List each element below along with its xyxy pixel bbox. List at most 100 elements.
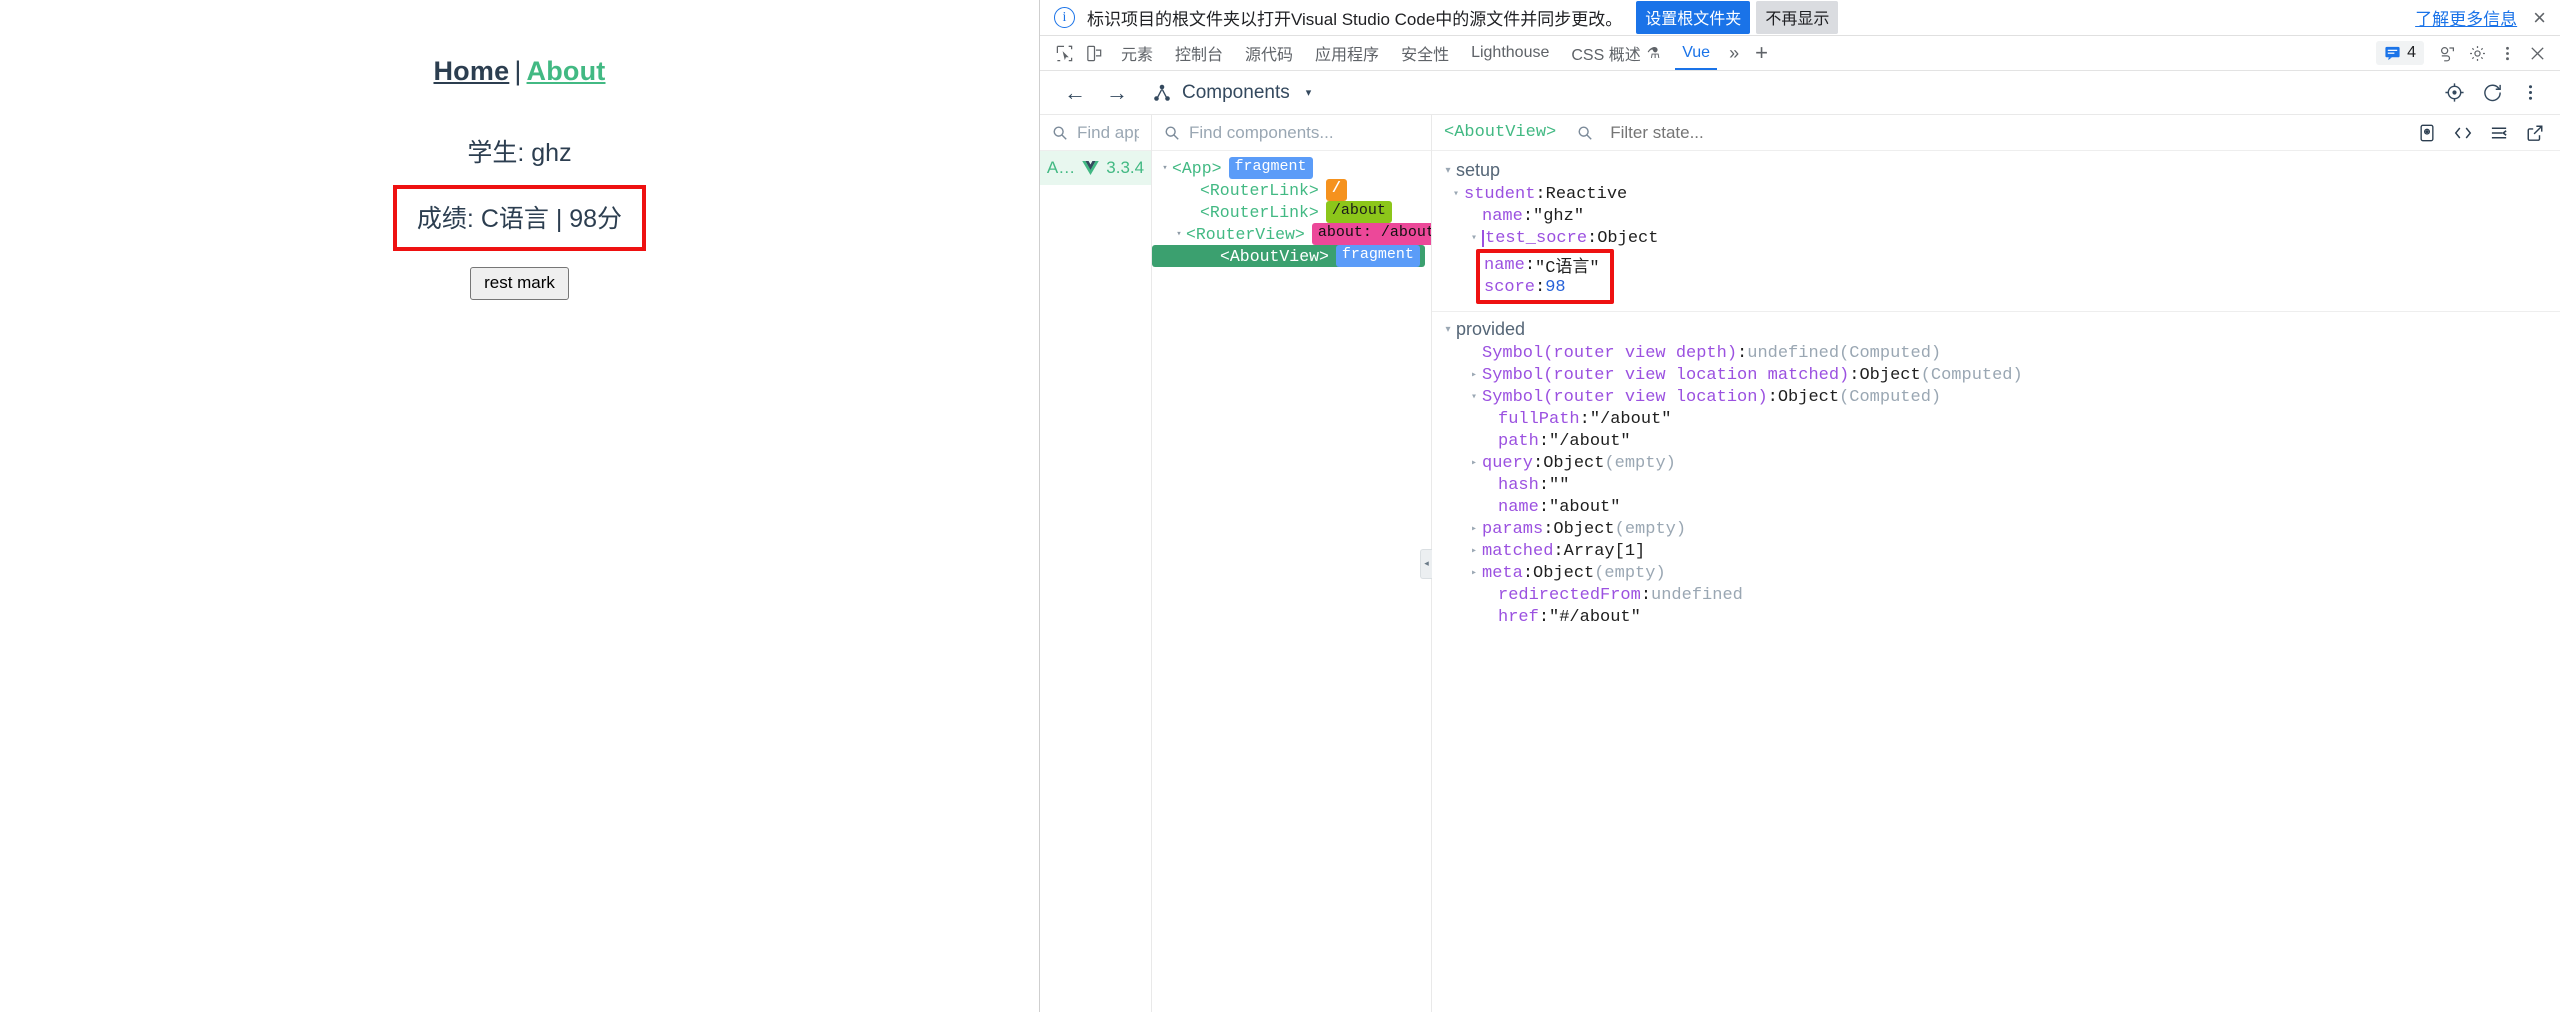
cloud-devtools-icon[interactable] <box>2432 39 2462 67</box>
settings-gear-icon[interactable] <box>2462 39 2492 67</box>
reset-mark-button[interactable]: rest mark <box>470 267 569 300</box>
state-key: Symbol(router view location matched) <box>1482 365 1850 385</box>
back-arrow-icon[interactable]: ← <box>1054 81 1096 104</box>
state-value: "about" <box>1549 497 1621 517</box>
state-group-provided[interactable]: ▾ provided <box>1432 316 2560 342</box>
open-source-code-icon[interactable] <box>2450 120 2476 146</box>
twisty-icon[interactable]: ▾ <box>1466 391 1482 403</box>
state-colon: : <box>1522 206 1534 226</box>
state-row[interactable]: href : "#/about" <box>1432 606 2560 628</box>
twisty-icon[interactable]: ▾ <box>1440 165 1456 176</box>
state-key: student <box>1464 184 1536 204</box>
mark-highlight-wrapper: 成绩: C语言 | 98分 <box>0 185 1039 251</box>
state-colon: : <box>1522 563 1534 583</box>
state-row[interactable]: name : "ghz" <box>1432 205 2560 227</box>
open-external-icon[interactable] <box>2522 120 2548 146</box>
page-nav: Home | About <box>0 0 1039 87</box>
forward-arrow-icon[interactable]: → <box>1096 81 1138 104</box>
state-row[interactable]: ▸ query : Object (empty) <box>1432 452 2560 474</box>
state-value-note: (empty) <box>1594 563 1666 583</box>
state-row[interactable]: name : "about" <box>1432 496 2560 518</box>
state-row[interactable]: ▸ Symbol(router view location matched) :… <box>1432 364 2560 386</box>
tab-sources[interactable]: 源代码 <box>1234 36 1304 70</box>
tab-elements[interactable]: 元素 <box>1110 36 1164 70</box>
state-key: params <box>1482 519 1544 539</box>
state-row-test-socre[interactable]: ▾ test_socre : Object <box>1432 227 2560 249</box>
state-colon: : <box>1538 431 1550 451</box>
state-key: name <box>1484 255 1525 275</box>
issues-count: 4 <box>2407 44 2416 61</box>
more-options-icon[interactable] <box>2492 39 2522 67</box>
nav-link-home[interactable]: Home <box>433 56 509 86</box>
inspect-dom-icon[interactable] <box>2414 120 2440 146</box>
view-selector[interactable]: Components ▾ <box>1152 82 1311 104</box>
twisty-icon[interactable]: ▾ <box>1466 232 1482 244</box>
tree-node-app[interactable]: ▾ <App> fragment <box>1152 157 1431 179</box>
more-vertical-icon[interactable] <box>2514 78 2546 108</box>
state-row-name[interactable]: name : "C语言" <box>1484 254 1600 279</box>
twisty-icon[interactable]: ▸ <box>1466 567 1482 579</box>
state-row[interactable]: hash : "" <box>1432 474 2560 496</box>
set-root-folder-button[interactable]: 设置根文件夹 <box>1636 1 1751 34</box>
close-notification-icon[interactable]: × <box>2533 6 2546 29</box>
tree-node-routerview[interactable]: ▾ <RouterView> about: /about <box>1152 223 1431 245</box>
target-icon[interactable] <box>2438 78 2470 108</box>
console-ref-icon[interactable] <box>2486 120 2512 146</box>
chevron-down-icon: ▾ <box>1305 87 1312 99</box>
tab-security[interactable]: 安全性 <box>1390 36 1460 70</box>
twisty-icon[interactable]: ▸ <box>1466 523 1482 535</box>
state-row-score[interactable]: score : 98 <box>1484 276 1600 298</box>
twisty-icon[interactable]: ▸ <box>1466 369 1482 381</box>
state-row[interactable]: ▾ student : Reactive <box>1432 183 2560 205</box>
twisty-icon[interactable]: ▾ <box>1448 188 1464 200</box>
tab-css-overview[interactable]: CSS 概述 ⚗ <box>1560 36 1671 70</box>
state-value: Object <box>1859 365 1921 385</box>
state-group-setup[interactable]: ▾ setup <box>1432 157 2560 183</box>
find-components-search-row <box>1152 115 1431 151</box>
state-pane: <AboutView> Filter state... ▾ setup ▾ st… <box>1432 115 2560 1012</box>
state-row[interactable]: ▸ params : Object (empty) <box>1432 518 2560 540</box>
state-row[interactable]: Symbol(router view depth) : undefined (C… <box>1432 342 2560 364</box>
state-row[interactable]: ▸ meta : Object (empty) <box>1432 562 2560 584</box>
tab-application[interactable]: 应用程序 <box>1304 36 1390 70</box>
state-group-divider <box>1432 311 2560 312</box>
tab-lighthouse[interactable]: Lighthouse <box>1460 36 1560 70</box>
state-row[interactable]: fullPath : "/about" <box>1432 408 2560 430</box>
tree-node-badge: /about <box>1325 201 1392 223</box>
app-list-item[interactable]: A… 3.3.4 <box>1040 151 1151 185</box>
twisty-icon[interactable]: ▸ <box>1466 457 1482 469</box>
tree-node-routerlink-about[interactable]: <RouterLink> /about <box>1152 201 1431 223</box>
state-row[interactable]: path : "/about" <box>1432 430 2560 452</box>
twisty-icon[interactable]: ▾ <box>1172 229 1186 239</box>
nav-link-about[interactable]: About <box>527 56 606 86</box>
state-key: matched <box>1482 541 1554 561</box>
devtools-tab-actions: 4 <box>2376 39 2552 67</box>
tab-vue[interactable]: Vue <box>1671 36 1721 70</box>
issues-badge[interactable]: 4 <box>2376 41 2424 65</box>
refresh-icon[interactable] <box>2476 78 2508 108</box>
collapse-pane-handle[interactable]: ◂ <box>1420 548 1432 579</box>
tree-node-routerlink-root[interactable]: <RouterLink> / <box>1152 179 1431 201</box>
twisty-icon[interactable]: ▾ <box>1158 163 1172 173</box>
more-tabs-chevron-icon[interactable]: » <box>1721 43 1747 64</box>
dont-show-again-button[interactable]: 不再显示 <box>1756 1 1839 34</box>
filter-state-input[interactable] <box>1610 122 2405 143</box>
twisty-icon[interactable]: ▸ <box>1466 545 1482 557</box>
find-app-input[interactable] <box>1077 122 1139 143</box>
state-colon: : <box>1524 255 1536 275</box>
twisty-icon[interactable]: ▾ <box>1440 324 1456 335</box>
state-key: hash <box>1498 475 1539 495</box>
close-devtools-icon[interactable] <box>2522 39 2552 67</box>
state-row[interactable]: ▸ matched : Array[1] <box>1432 540 2560 562</box>
learn-more-link[interactable]: 了解更多信息 <box>2415 5 2517 30</box>
find-components-input[interactable] <box>1189 122 1419 143</box>
tab-console[interactable]: 控制台 <box>1164 36 1234 70</box>
screenshot-root: Home | About 学生: ghz 成绩: C语言 | 98分 rest ma… <box>0 0 2560 1012</box>
tree-node-aboutview[interactable]: <AboutView> fragment <box>1152 245 1425 267</box>
inspect-element-icon[interactable] <box>1050 40 1078 66</box>
add-tab-icon[interactable]: + <box>1747 42 1776 64</box>
state-row[interactable]: ▾ Symbol(router view location) : Object … <box>1432 386 2560 408</box>
device-toolbar-icon[interactable] <box>1080 40 1108 66</box>
state-value-note: (empty) <box>1604 453 1676 473</box>
state-row[interactable]: redirectedFrom : undefined <box>1432 584 2560 606</box>
